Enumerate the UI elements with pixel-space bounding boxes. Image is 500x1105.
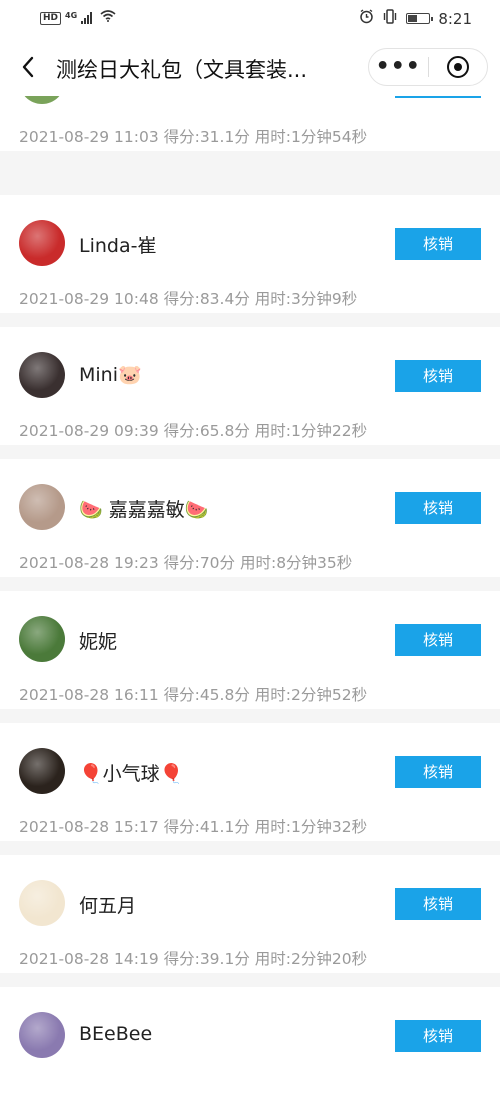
hd-badge: HD [40,11,62,25]
signal-icon [81,12,93,24]
list-item: 🎈小气球🎈 2021-08-28 15:17 得分:41.1分 用时:1分钟32秒… [0,723,500,841]
record-meta: 2021-08-29 09:39 得分:65.8分 用时:1分钟22秒 [19,422,368,440]
avatar [19,748,65,794]
verify-button[interactable]: 核销 [395,1020,481,1052]
list-item: 何五月 2021-08-28 14:19 得分:39.1分 用时:2分钟20秒 核销 [0,855,500,973]
verify-button[interactable]: 核销 [395,360,481,392]
battery-icon [406,13,434,24]
verify-button[interactable]: 核销 [395,756,481,788]
back-button[interactable] [14,52,44,82]
status-bar: HD 4G 8:21 [0,0,500,38]
list-item: Linda-崔 2021-08-29 10:48 得分:83.4分 用时:3分钟9… [0,195,500,313]
username: 何五月 [79,895,137,917]
username: 妮妮 [79,631,118,653]
verify-button[interactable]: 核销 [395,228,481,260]
username: Mini🐷 [79,364,142,386]
username: Linda-崔 [79,235,157,257]
list-item: BEeBee 核销 [0,987,500,1105]
username: 🎈小气球🎈 [79,763,184,785]
username: 🍉 嘉嘉嘉敏🍉 [79,499,209,521]
list-item: Mini🐷 2021-08-29 09:39 得分:65.8分 用时:1分钟22秒… [0,327,500,445]
close-target-icon [446,56,469,78]
status-left: HD 4G [40,10,116,26]
avatar [19,880,65,926]
record-meta: 2021-08-28 19:23 得分:70分 用时:8分钟35秒 [19,554,353,572]
more-dots-icon[interactable]: ••• [369,56,428,78]
close-button[interactable] [429,56,488,78]
username: BEeBee [79,1023,153,1045]
record-meta: 2021-08-28 15:17 得分:41.1分 用时:1分钟32秒 [19,818,368,836]
network-type: 4G [65,10,78,20]
verify-button[interactable]: 核销 [395,888,481,920]
clock: 8:21 [438,9,472,28]
chevron-left-icon [22,56,34,78]
status-right: 8:21 [359,9,472,28]
wifi-icon [100,10,116,26]
vibrate-icon [382,9,398,28]
list-item: 🍉 嘉嘉嘉敏🍉 2021-08-28 19:23 得分:70分 用时:8分钟35秒… [0,459,500,577]
avatar [19,352,65,398]
list-item: 妮妮 2021-08-28 16:11 得分:45.8分 用时:2分钟52秒 核销 [0,591,500,709]
verify-button[interactable]: 核销 [395,624,481,656]
alarm-icon [359,9,374,28]
avatar [19,616,65,662]
avatar [19,220,65,266]
nav-bar: 测绘日大礼包（文具套装... ••• [0,38,500,96]
record-meta: 2021-08-28 14:19 得分:39.1分 用时:2分钟20秒 [19,950,368,968]
mini-program-capsule: ••• [368,48,488,86]
record-meta: 2021-08-29 11:03 得分:31.1分 用时:1分钟54秒 [19,128,368,146]
avatar [19,1012,65,1058]
battery-level [408,15,417,22]
record-meta: 2021-08-29 10:48 得分:83.4分 用时:3分钟9秒 [19,290,358,308]
record-meta: 2021-08-28 16:11 得分:45.8分 用时:2分钟52秒 [19,686,368,704]
avatar [19,484,65,530]
page-title: 测绘日大礼包（文具套装... [56,58,308,82]
verify-button[interactable]: 核销 [395,492,481,524]
